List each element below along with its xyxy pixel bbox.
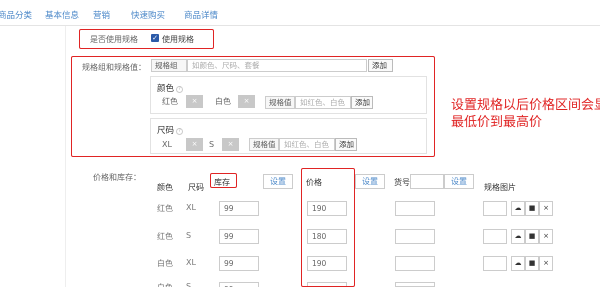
row2-code-input[interactable] (395, 229, 435, 244)
row2-image-tools: ☁ ■ × (483, 229, 553, 244)
spec-group-prefix: 规格组 (151, 59, 187, 72)
col-image-header: 规格图片 (484, 183, 516, 192)
row2-color: 红色 (157, 232, 173, 241)
grid-icon[interactable]: ■ (525, 201, 539, 216)
color-value-prefix: 规格值 (265, 96, 295, 109)
row1-image-tools: ☁ ■ × (483, 201, 553, 216)
stock-set-button[interactable]: 设置 (263, 174, 293, 189)
remove-red-icon[interactable]: × (186, 95, 203, 108)
row1-image-box[interactable] (483, 201, 507, 216)
color-value-input[interactable]: 如红色、白色 (295, 96, 351, 109)
tab-category[interactable]: 商品分类 (0, 9, 32, 21)
row3-image-tools: ☁ ■ × (483, 256, 553, 271)
row3-color: 白色 (157, 259, 173, 268)
price-set-button[interactable]: 设置 (355, 174, 385, 189)
close-icon[interactable]: × (539, 201, 553, 216)
row4-stock-input[interactable]: 99 (219, 282, 259, 287)
remove-white-icon[interactable]: × (238, 95, 255, 108)
row1-size: XL (186, 203, 196, 212)
col-color-header: 颜色 (157, 183, 173, 192)
size-value-prefix: 规格值 (249, 138, 279, 151)
size-value-xl: XL (162, 140, 172, 149)
row1-price-input[interactable]: 190 (307, 201, 347, 216)
use-spec-option-label: 使用规格 (162, 35, 194, 44)
upload-icon[interactable]: ☁ (511, 201, 525, 216)
row1-color: 红色 (157, 204, 173, 213)
remove-xl-icon[interactable]: × (186, 138, 203, 151)
code-batch-input[interactable] (410, 174, 444, 189)
tab-product-detail[interactable]: 商品详情 (184, 9, 218, 21)
top-tab-bar: 商品分类 基本信息 营销 快速购买 商品详情 (0, 0, 600, 26)
grid-icon[interactable]: ■ (525, 229, 539, 244)
size-value-input[interactable]: 如红色、白色 (279, 138, 335, 151)
close-icon[interactable]: × (539, 229, 553, 244)
row3-size: XL (186, 258, 196, 267)
color-value-add-button[interactable]: 添加 (351, 96, 373, 109)
row3-stock-input[interactable]: 99 (219, 256, 259, 271)
spec-group-label: 规格组和规格值： (82, 63, 146, 72)
row1-stock-input[interactable]: 99 (219, 201, 259, 216)
row2-image-box[interactable] (483, 229, 507, 244)
color-value-white: 白色 (215, 97, 231, 106)
tab-marketing[interactable]: 营销 (93, 9, 110, 21)
upload-icon[interactable]: ☁ (511, 256, 525, 271)
remove-s-icon[interactable]: × (222, 138, 239, 151)
col-price-header: 价格 (306, 178, 322, 187)
row2-price-input[interactable]: 180 (307, 229, 347, 244)
color-spec-title: 颜色? (157, 82, 184, 94)
col-code-header: 货号 (394, 178, 410, 187)
row4-size: S (186, 282, 192, 287)
tab-quick-buy[interactable]: 快速购买 (131, 9, 165, 21)
size-value-s: S (209, 140, 215, 149)
size-spec-title: 尺码? (157, 124, 184, 136)
row4-color: 白色 (157, 282, 173, 287)
col-stock-header: 库存 (214, 178, 230, 187)
color-value-red: 红色 (162, 97, 178, 106)
use-spec-checkbox[interactable]: ✓ (151, 34, 159, 42)
row2-stock-input[interactable]: 99 (219, 229, 259, 244)
row3-price-input[interactable]: 190 (307, 256, 347, 271)
price-stock-label: 价格和库存： (93, 173, 141, 182)
col-size-header: 尺码 (188, 183, 204, 192)
spec-group-input[interactable]: 如颜色、尺码、套餐 (187, 59, 367, 72)
row4-price-input[interactable]: 180 (307, 282, 347, 287)
close-icon[interactable]: × (539, 256, 553, 271)
tab-basic-info[interactable]: 基本信息 (45, 9, 79, 21)
use-spec-label: 是否使用规格 (90, 35, 138, 44)
divider (65, 26, 66, 287)
code-set-button[interactable]: 设置 (444, 174, 474, 189)
size-value-add-button[interactable]: 添加 (335, 138, 357, 151)
annotation-line-2: 最低价到最高价 (451, 115, 543, 130)
row3-code-input[interactable] (395, 256, 435, 271)
upload-icon[interactable]: ☁ (511, 229, 525, 244)
spec-group-add-button[interactable]: 添加 (368, 59, 393, 72)
grid-icon[interactable]: ■ (525, 256, 539, 271)
row2-size: S (186, 231, 192, 240)
row1-code-input[interactable] (395, 201, 435, 216)
row3-image-box[interactable] (483, 256, 507, 271)
row4-code-input[interactable] (395, 282, 435, 287)
